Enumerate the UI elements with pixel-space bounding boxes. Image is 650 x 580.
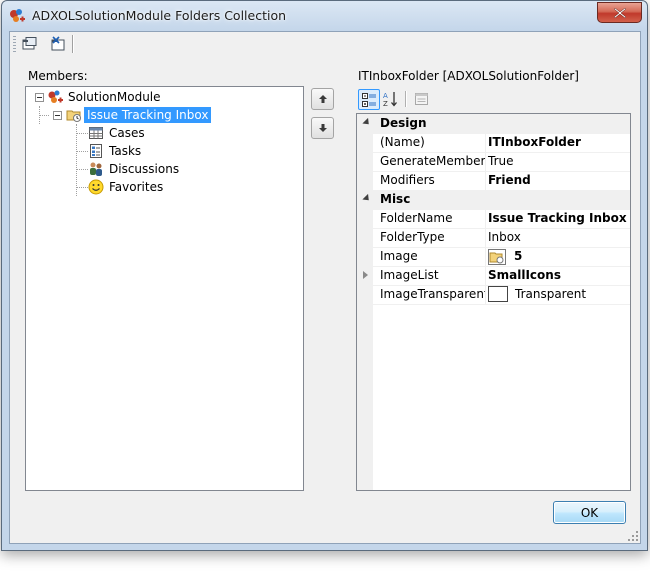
ok-button-label: OK [580,505,599,520]
property-value[interactable]: True [488,152,630,171]
pg-toolbar-separator [405,91,407,107]
property-value[interactable]: Inbox [488,228,630,247]
move-up-button[interactable] [311,88,334,110]
remove-folder-icon [51,36,65,51]
close-icon [613,7,626,18]
category-label: Design [380,116,427,130]
dialog-body: Members: SolutionModule Issue Tracking I… [9,31,641,544]
property-value-color[interactable]: Transparent [488,285,630,304]
window-title: ADXOLSolutionModule Folders Collection [32,8,287,23]
tree-node-tasks[interactable]: Tasks [88,142,144,160]
arrow-up-icon [318,95,327,103]
collapse-icon[interactable] [362,117,372,128]
property-row-generate-member[interactable]: GenerateMember True [357,152,630,172]
category-misc[interactable]: Misc [357,190,630,210]
property-name: ImageList [380,266,486,285]
inbox-folder-icon [66,110,81,122]
color-value: Transparent [515,287,587,301]
property-pages-button[interactable] [411,89,431,109]
smiley-icon [88,179,104,195]
categorized-icon [362,92,376,107]
dialog-window: ADXOLSolutionModule Folders Collection M… [1,0,648,551]
members-tree[interactable]: SolutionModule Issue Tracking Inbox Case… [25,86,304,491]
resize-grip-icon[interactable] [627,530,639,542]
toolbar-separator [72,35,74,53]
property-name: Image [380,247,486,266]
property-name: GenerateMember [380,152,486,171]
property-value[interactable]: ITInboxFolder [488,133,630,152]
property-row-folder-type[interactable]: FolderType Inbox [357,228,630,248]
category-label: Misc [380,192,411,206]
tree-node-discussions[interactable]: Discussions [88,160,182,178]
tree-connector [76,187,88,188]
image-preview-icon [488,248,506,265]
tree-node-issue-tracking-inbox[interactable]: Issue Tracking Inbox [66,106,212,124]
tree-connector [76,124,77,196]
property-name: Modifiers [380,171,486,190]
collapse-icon[interactable] [362,193,372,204]
solution-module-icon [48,90,63,103]
tree-expander-solution-module[interactable] [35,93,44,102]
title-bar[interactable]: ADXOLSolutionModule Folders Collection [2,1,647,31]
add-folder-icon [22,37,37,50]
property-grid-title: ITInboxFolder [ADXOLSolutionFolder] [358,69,579,83]
tree-node-label: Discussions [109,162,180,176]
tree-node-cases[interactable]: Cases [88,124,148,142]
add-folder-button[interactable] [20,34,40,54]
image-index: 5 [514,249,523,263]
property-name: (Name) [380,133,486,152]
property-value-image[interactable]: 5 [488,247,630,266]
discussions-icon [90,162,102,176]
property-name: FolderName [380,209,486,228]
categorized-button[interactable] [358,89,380,110]
main-toolbar [10,32,640,56]
property-name: ImageTransparentColor [380,285,486,304]
members-label: Members: [28,69,88,83]
tree-node-label: Favorites [109,180,164,194]
tree-node-label: SolutionModule [68,90,161,104]
property-name: FolderType [380,228,486,247]
tasks-icon [90,144,102,158]
tree-connector [76,151,88,152]
tree-node-label: Cases [109,126,145,140]
sort-alphabetical-icon: A Z [383,92,397,108]
color-swatch [488,285,508,302]
property-row-name[interactable]: (Name) ITInboxFolder [357,133,630,153]
svg-text:A: A [383,92,388,100]
property-row-modifiers[interactable]: Modifiers Friend [357,171,630,191]
category-design[interactable]: Design [357,114,630,134]
property-value[interactable]: SmallIcons [488,266,630,285]
svg-text:Z: Z [383,100,388,108]
property-grid: Design (Name) ITInboxFolder GenerateMemb… [356,113,631,491]
property-row-image[interactable]: Image 5 [357,247,630,267]
tree-connector [76,169,88,170]
property-value[interactable]: Issue Tracking Inbox [488,209,630,228]
toolbar-grip [13,36,16,52]
property-row-image-transparent-color[interactable]: ImageTransparentColor Transparent [357,285,630,305]
alphabetical-button[interactable]: A Z [381,89,401,109]
property-row-folder-name[interactable]: FolderName Issue Tracking Inbox [357,209,630,229]
ok-button[interactable]: OK [553,501,626,524]
remove-folder-button[interactable] [48,34,68,54]
expand-icon[interactable] [363,271,368,279]
tree-node-solution-module[interactable]: SolutionModule [47,88,164,106]
app-icon [10,9,25,22]
property-row-image-list[interactable]: ImageList SmallIcons [357,266,630,286]
tree-node-label: Tasks [109,144,142,158]
close-button[interactable] [597,2,642,23]
tree-node-favorites[interactable]: Favorites [88,178,166,196]
property-value[interactable]: Friend [488,171,630,190]
arrow-down-icon [318,124,327,132]
tree-connector [76,133,88,134]
move-down-button[interactable] [311,117,334,139]
table-icon [89,127,103,139]
property-pages-icon [415,93,428,105]
tree-expander-issue-tracking-inbox[interactable] [53,111,62,120]
tree-connector [39,115,49,116]
tree-node-label: Issue Tracking Inbox [84,107,212,123]
